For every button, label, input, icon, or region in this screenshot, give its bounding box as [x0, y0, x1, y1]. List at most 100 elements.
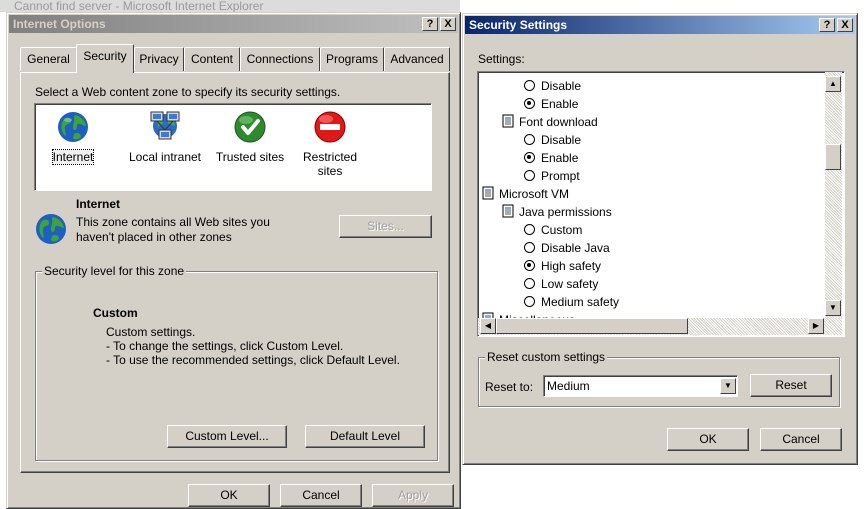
security-level-legend: Security level for this zone: [42, 264, 187, 278]
tab-content[interactable]: Content: [184, 47, 240, 71]
horizontal-scroll-thumb[interactable]: [496, 318, 688, 334]
help-button[interactable]: ?: [422, 17, 438, 31]
zone-label-internet: Internet: [51, 149, 95, 165]
tree-radio-option[interactable]: Disable: [524, 77, 581, 95]
scroll-left-button[interactable]: ◀: [480, 318, 496, 334]
zone-restricted-sites[interactable]: Restricted sites: [293, 110, 367, 178]
tree-radio-option[interactable]: Prompt: [524, 167, 580, 185]
tab-general[interactable]: General: [20, 47, 77, 71]
no-entry-icon: [314, 111, 346, 143]
reset-to-select[interactable]: Medium ▼: [543, 375, 738, 397]
checkmark-icon: [234, 111, 266, 143]
vertical-scroll-thumb[interactable]: [825, 144, 841, 170]
close-button[interactable]: X: [440, 17, 456, 31]
settings-page-icon: [502, 114, 514, 128]
tree-radio-option[interactable]: Enable: [524, 95, 578, 113]
tree-category-node[interactable]: Java permissions: [502, 203, 612, 221]
zone-trusted-sites[interactable]: Trusted sites: [213, 110, 287, 164]
sites-button[interactable]: Sites...: [339, 215, 432, 238]
security-settings-titlebar[interactable]: Security Settings ? X: [465, 16, 855, 34]
zone-list[interactable]: Internet Local intranet Trusted sites Re…: [34, 103, 432, 191]
settings-label: Settings:: [478, 52, 525, 66]
ok-button[interactable]: OK: [188, 484, 270, 507]
radio-unchecked-icon[interactable]: [524, 170, 535, 181]
radio-checked-icon[interactable]: [524, 152, 535, 163]
tab-privacy[interactable]: Privacy: [134, 47, 184, 71]
chevron-down-icon[interactable]: ▼: [720, 378, 736, 394]
tree-item-label: Font download: [519, 115, 598, 129]
default-level-button[interactable]: Default Level: [305, 425, 425, 448]
ok-button[interactable]: OK: [667, 428, 749, 451]
tree-item-label: Disable Java: [541, 241, 610, 255]
tree-item-label: Low safety: [541, 277, 599, 291]
tree-radio-option[interactable]: Enable: [524, 149, 578, 167]
cancel-button[interactable]: Cancel: [760, 428, 842, 451]
custom-level-button[interactable]: Custom Level...: [167, 425, 287, 448]
zone-description-line1: This zone contains all Web sites you: [76, 215, 270, 229]
security-settings-title: Security Settings: [469, 18, 568, 32]
radio-unchecked-icon[interactable]: [524, 80, 535, 91]
tab-programs[interactable]: Programs: [320, 47, 384, 71]
zone-description-line2: haven't placed in other zones: [76, 230, 232, 244]
internet-options-titlebar[interactable]: Internet Options ? X: [9, 15, 458, 33]
security-level-line1: Custom settings.: [106, 325, 196, 339]
vertical-scrollbar[interactable]: [825, 72, 842, 318]
tree-radio-option[interactable]: Disable Java: [524, 239, 610, 257]
tree-item-label: Java permissions: [519, 205, 612, 219]
tree-radio-option[interactable]: Disable: [524, 131, 581, 149]
security-level-line3: - To use the recommended settings, click…: [106, 353, 400, 367]
scroll-up-button[interactable]: ▲: [825, 76, 841, 92]
zone-instruction: Select a Web content zone to specify its…: [35, 85, 341, 99]
scroll-down-button[interactable]: ▼: [825, 300, 841, 316]
tree-category-node[interactable]: Microsoft VM: [482, 185, 569, 203]
globe-icon: [36, 214, 66, 244]
reset-button[interactable]: Reset: [750, 374, 832, 397]
radio-unchecked-icon[interactable]: [524, 242, 535, 253]
scroll-right-button[interactable]: ▶: [808, 318, 824, 334]
tree-radio-option[interactable]: Custom: [524, 221, 582, 239]
close-button[interactable]: X: [837, 18, 853, 32]
reset-to-value: Medium: [547, 379, 590, 393]
tree-item-label: Medium safety: [541, 295, 620, 309]
tree-item-label: Microsoft VM: [499, 187, 570, 201]
zone-label-trusted-sites: Trusted sites: [215, 150, 285, 164]
tab-advanced[interactable]: Advanced: [384, 47, 450, 71]
cancel-button[interactable]: Cancel: [280, 484, 362, 507]
tree-item-label: Disable: [541, 133, 582, 147]
apply-button[interactable]: Apply: [372, 484, 454, 507]
internet-options-title: Internet Options: [13, 17, 106, 31]
reset-settings-legend: Reset custom settings: [485, 350, 608, 364]
radio-unchecked-icon[interactable]: [524, 278, 535, 289]
radio-checked-icon[interactable]: [524, 260, 535, 271]
settings-page-icon: [482, 186, 494, 200]
radio-unchecked-icon[interactable]: [524, 296, 535, 307]
settings-tree[interactable]: Disable Enable Font download Disable Enable P…: [477, 71, 845, 337]
tab-connections[interactable]: Connections: [240, 47, 320, 71]
tree-radio-option[interactable]: Low safety: [524, 275, 598, 293]
active-tab-join: [77, 71, 133, 74]
tree-item-label: Enable: [541, 97, 579, 111]
tree-item-label: High safety: [541, 259, 602, 273]
network-icon: [150, 111, 180, 140]
selected-zone-name: Internet: [76, 197, 121, 211]
zone-internet[interactable]: Internet: [45, 110, 101, 165]
zone-label-restricted-sites: Restricted sites: [302, 150, 358, 178]
radio-unchecked-icon[interactable]: [524, 224, 535, 235]
radio-unchecked-icon[interactable]: [524, 134, 535, 145]
tree-item-label: Enable: [541, 151, 579, 165]
tree-item-label: Prompt: [541, 169, 580, 183]
tree-category-node[interactable]: Font download: [502, 113, 598, 131]
tree-item-label: Custom: [541, 223, 583, 237]
tab-security[interactable]: Security: [76, 44, 134, 73]
security-level-line2: - To change the settings, click Custom L…: [106, 339, 344, 353]
settings-page-icon: [502, 204, 514, 218]
zone-local-intranet[interactable]: Local intranet: [119, 108, 211, 164]
security-level-name: Custom: [93, 306, 138, 320]
help-button[interactable]: ?: [819, 18, 835, 32]
tree-item-label: Disable: [541, 79, 582, 93]
reset-to-label: Reset to:: [485, 380, 534, 394]
tree-radio-option[interactable]: Medium safety: [524, 293, 619, 311]
tree-radio-option[interactable]: High safety: [524, 257, 601, 275]
zone-label-local-intranet: Local intranet: [128, 150, 202, 164]
radio-checked-icon[interactable]: [524, 98, 535, 109]
